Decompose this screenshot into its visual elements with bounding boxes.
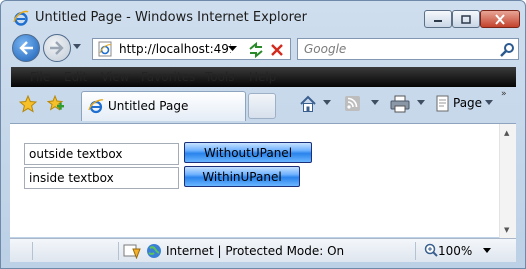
- address-row: http://localhost:491 Google: [1, 31, 525, 65]
- back-button[interactable]: [12, 34, 40, 62]
- page-icon[interactable]: [434, 95, 452, 113]
- menu-favorites[interactable]: Favorites: [141, 70, 195, 84]
- zoom-level[interactable]: 100%: [438, 244, 472, 258]
- menu-view[interactable]: View: [101, 70, 129, 84]
- search-placeholder: Google: [304, 42, 347, 56]
- within-upanel-button[interactable]: WithinUPanel: [184, 166, 300, 187]
- tab-label: Untitled Page: [108, 99, 189, 113]
- zoom-dropdown-icon[interactable]: [483, 248, 491, 254]
- home-icon[interactable]: [299, 95, 321, 113]
- vertical-scrollbar[interactable]: ▲ ▼: [499, 124, 516, 238]
- page-content: WithoutUPanel WithinUPanel ▲ ▼: [10, 123, 516, 238]
- new-tab-button[interactable]: [248, 93, 276, 119]
- ie-page-icon: [88, 99, 104, 114]
- print-dropdown-icon[interactable]: [417, 100, 425, 106]
- scroll-down-icon[interactable]: ▼: [504, 226, 509, 234]
- status-bar: Internet | Protected Mode: On 100%: [10, 238, 516, 262]
- tab-row: Untitled Page Page »: [1, 87, 525, 123]
- search-input[interactable]: Google: [297, 38, 519, 60]
- window-title: Untitled Page - Windows Internet Explore…: [35, 10, 308, 25]
- maximize-button[interactable]: [452, 10, 480, 28]
- menu-help[interactable]: Help: [249, 70, 276, 84]
- page-dropdown-icon[interactable]: [485, 100, 493, 106]
- search-icon[interactable]: [500, 42, 516, 58]
- favorites-star-icon[interactable]: [19, 95, 37, 113]
- menu-bar: File Edit View Favorites Tools Help: [11, 67, 516, 87]
- chevron-more-icon[interactable]: »: [501, 89, 507, 99]
- tab-untitled-page[interactable]: Untitled Page: [81, 91, 246, 121]
- print-icon[interactable]: [390, 95, 410, 113]
- home-dropdown-icon[interactable]: [323, 100, 331, 106]
- forward-button[interactable]: [43, 34, 71, 62]
- globe-icon: [147, 244, 161, 258]
- ie-page-icon: [98, 41, 112, 57]
- status-separator: [118, 242, 119, 260]
- protected-mode-warning-icon[interactable]: [123, 243, 141, 259]
- feeds-icon[interactable]: [344, 95, 362, 113]
- without-upanel-button[interactable]: WithoutUPanel: [184, 142, 312, 163]
- maximize-icon: [461, 14, 471, 24]
- zoom-magnifier-icon[interactable]: [424, 243, 438, 257]
- minimize-icon: [434, 20, 442, 22]
- stop-icon[interactable]: [269, 42, 285, 58]
- add-favorite-icon[interactable]: [47, 95, 65, 113]
- feeds-dropdown-icon[interactable]: [371, 100, 379, 106]
- menu-tools[interactable]: Tools: [205, 70, 235, 84]
- security-zone-text[interactable]: Internet | Protected Mode: On: [166, 244, 344, 258]
- status-separator: [32, 242, 33, 260]
- forward-arrow-icon: [50, 41, 64, 55]
- title-bar: Untitled Page - Windows Internet Explore…: [1, 1, 525, 31]
- browser-window: Untitled Page - Windows Internet Explore…: [0, 0, 526, 269]
- scroll-up-icon[interactable]: ▲: [504, 129, 509, 137]
- back-arrow-icon: [19, 41, 33, 55]
- page-menu-label[interactable]: Page: [453, 96, 482, 110]
- menu-edit[interactable]: Edit: [64, 70, 87, 84]
- inside-textbox[interactable]: [24, 167, 179, 189]
- minimize-button[interactable]: [424, 10, 452, 28]
- recent-pages-dropdown-icon[interactable]: [73, 44, 81, 50]
- outside-textbox[interactable]: [24, 143, 179, 165]
- address-field[interactable]: http://localhost:491: [92, 38, 291, 60]
- status-separator: [415, 242, 416, 260]
- address-url[interactable]: http://localhost:491: [119, 42, 231, 56]
- refresh-icon[interactable]: [247, 42, 265, 58]
- menu-file[interactable]: File: [30, 70, 50, 84]
- close-icon: [495, 13, 505, 25]
- ie-logo-icon: [13, 10, 29, 26]
- close-button[interactable]: [480, 10, 520, 28]
- address-dropdown-icon[interactable]: [228, 44, 237, 53]
